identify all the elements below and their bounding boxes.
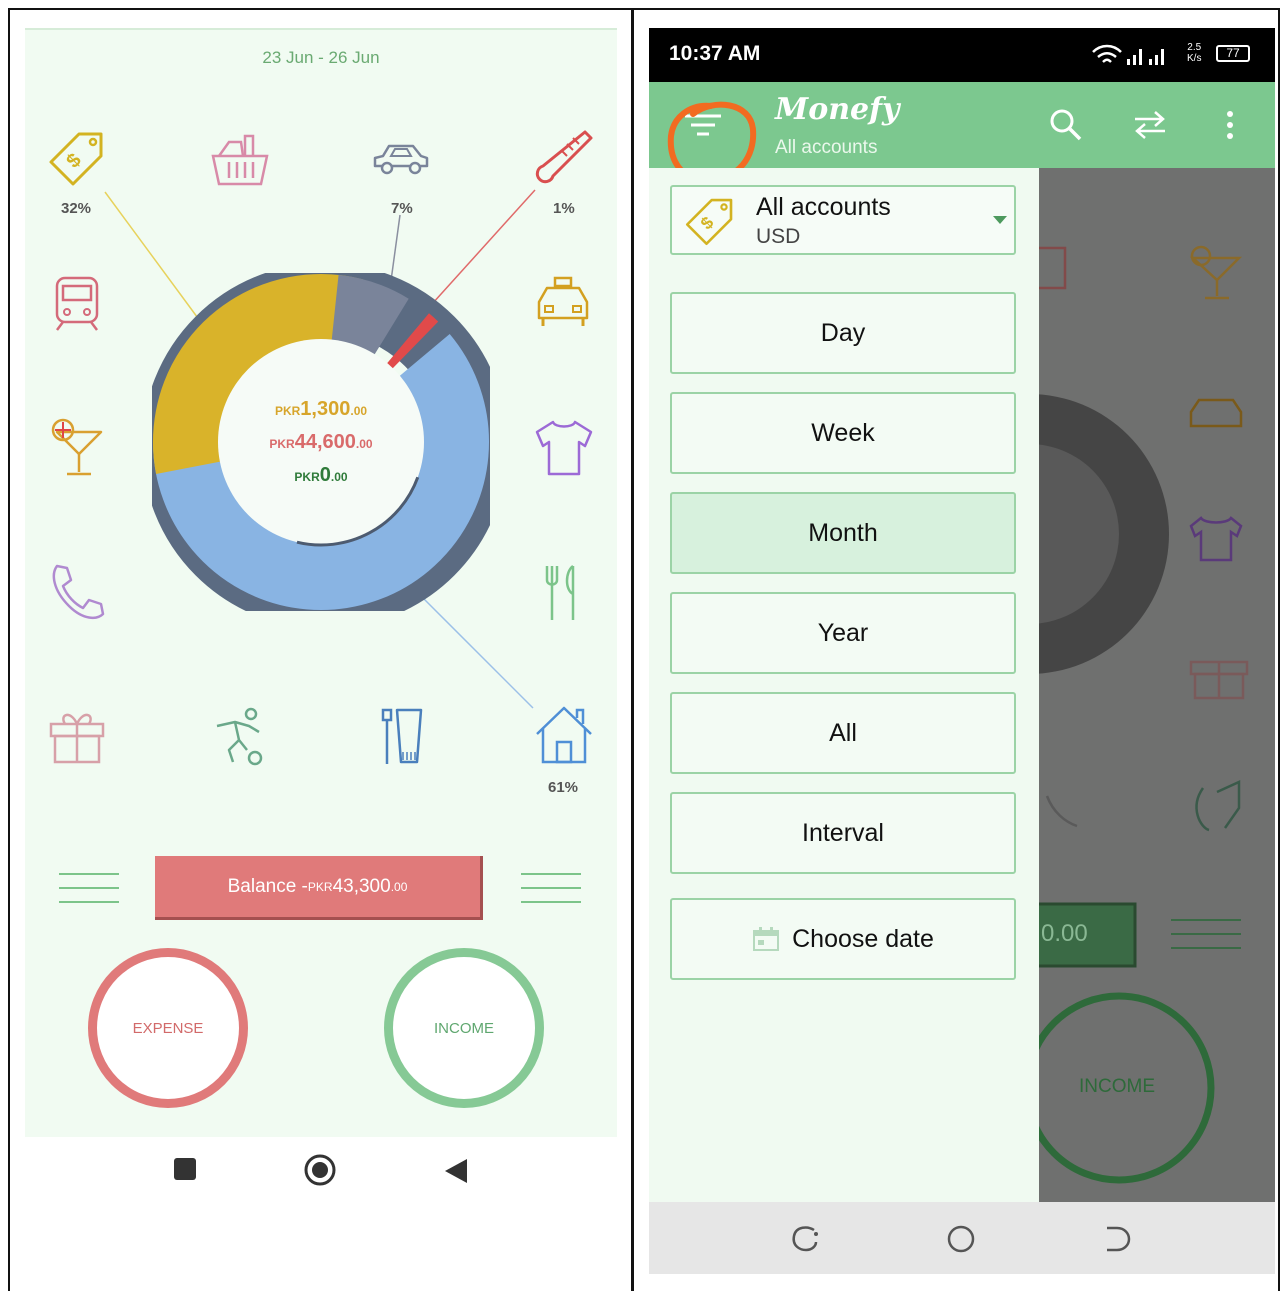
dimmed-background[interactable]: 0.00 INCOME <box>1039 168 1275 1202</box>
phone-icon[interactable] <box>47 562 107 622</box>
svg-text:$: $ <box>696 212 717 233</box>
app-title: Monefy <box>775 92 900 127</box>
choose-date-button[interactable]: Choose date <box>670 898 1016 980</box>
home-circle-icon[interactable] <box>303 1153 337 1187</box>
account-name: All accounts <box>756 193 891 221</box>
house-icon[interactable] <box>533 704 595 766</box>
home-gesture-icon[interactable] <box>945 1224 977 1254</box>
choose-date-label: Choose date <box>792 924 934 953</box>
taxi-icon[interactable] <box>533 276 593 328</box>
right-android-nav-bar <box>649 1202 1275 1274</box>
dropdown-arrow-icon <box>993 216 1007 224</box>
calendar-icon <box>753 927 780 951</box>
grocery-basket-icon[interactable] <box>209 128 271 190</box>
sports-icon[interactable] <box>211 706 271 768</box>
back-triangle-icon[interactable] <box>443 1157 469 1185</box>
transfer-arrows-icon[interactable] <box>1133 110 1167 140</box>
period-week-button[interactable]: Week <box>670 392 1016 474</box>
left-menu-lines[interactable] <box>59 873 119 915</box>
period-all-button[interactable]: All <box>670 692 1016 774</box>
status-bar: 10:37 AM 2.5 K/s 77 <box>649 28 1275 82</box>
app-subtitle: All accounts <box>775 137 878 158</box>
battery-indicator: 77 <box>1216 45 1250 62</box>
left-android-nav-bar <box>25 1137 617 1207</box>
center-expense-amount: PKR1,300.00 <box>274 398 368 420</box>
search-icon[interactable] <box>1049 108 1083 142</box>
app-bar: Monefy All accounts <box>649 82 1275 184</box>
thermometer-icon[interactable] <box>533 126 597 190</box>
svg-text:$: $ <box>62 149 85 172</box>
balance-button[interactable]: Balance - PKR 43,300.00 <box>155 856 483 920</box>
account-currency: USD <box>756 225 801 248</box>
car-icon[interactable] <box>371 138 431 178</box>
right-menu-lines[interactable] <box>521 873 581 915</box>
recents-gesture-icon[interactable] <box>790 1224 822 1254</box>
tag-percentage: 32% <box>61 200 92 217</box>
frame-divider <box>631 8 634 1291</box>
thermometer-percentage: 1% <box>553 200 575 217</box>
car-percentage: 7% <box>391 200 413 217</box>
period-month-button[interactable]: Month <box>670 492 1016 574</box>
center-income-amount: PKR44,600.00 <box>269 431 373 453</box>
dimmed-content <box>1039 245 1249 1184</box>
center-balance-amount: PKR0.00 <box>294 464 348 486</box>
period-interval-button[interactable]: Interval <box>670 792 1016 874</box>
network-speed: 2.5 K/s <box>1187 42 1202 64</box>
period-drawer: $ All accounts USD Day Week Month Year A… <box>649 168 1039 1202</box>
house-percentage: 61% <box>548 779 579 796</box>
more-vert-icon[interactable] <box>1225 110 1235 140</box>
cocktail-icon[interactable] <box>49 416 105 478</box>
expense-button[interactable]: EXPENSE <box>88 948 248 1108</box>
price-tag-icon[interactable]: $ <box>45 126 109 190</box>
right-screen: 10:37 AM 2.5K/s 77 Monefy All accounts <box>649 28 1275 1274</box>
back-gesture-icon[interactable] <box>1101 1224 1133 1254</box>
price-tag-icon: $ <box>685 198 733 246</box>
gift-icon[interactable] <box>47 706 107 766</box>
income-button[interactable]: INCOME <box>384 948 544 1108</box>
period-year-button[interactable]: Year <box>670 592 1016 674</box>
tshirt-icon[interactable] <box>533 416 595 478</box>
status-time: 10:37 AM <box>669 42 761 65</box>
left-screen: 23 Jun - 26 Jun PKR1,300.00 PKR44,600.00… <box>25 28 617 1137</box>
recent-apps-icon[interactable] <box>172 1156 198 1182</box>
fork-knife-icon[interactable] <box>543 562 583 624</box>
toiletries-icon[interactable] <box>379 706 429 768</box>
dimmed-amount: 0.00 <box>1041 920 1088 947</box>
train-icon[interactable] <box>53 272 101 332</box>
dimmed-income-label: INCOME <box>1079 1076 1155 1097</box>
account-selector[interactable]: $ All accounts USD <box>670 185 1016 255</box>
signal-icons <box>1092 44 1164 65</box>
period-day-button[interactable]: Day <box>670 292 1016 374</box>
